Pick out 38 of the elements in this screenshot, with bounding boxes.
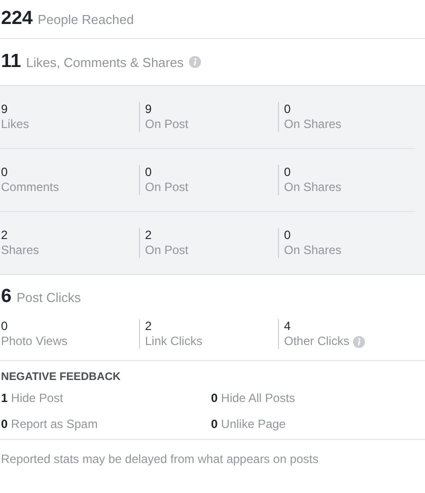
stat-value: 2 xyxy=(1,228,9,243)
stat-label: Shares xyxy=(1,243,40,258)
stat-value: 0 xyxy=(284,102,292,117)
info-icon[interactable] xyxy=(353,336,366,348)
stat-value: 0 xyxy=(284,165,292,180)
stat-label: On Post xyxy=(145,180,188,195)
stat-label: On Post xyxy=(145,243,188,258)
stat-value: 9 xyxy=(145,102,153,117)
engagement-label: Likes, Comments & Shares xyxy=(26,54,184,70)
stat-label: On Post xyxy=(145,117,188,132)
stat-label: On Shares xyxy=(284,117,342,132)
stat-value: 0 xyxy=(1,319,9,334)
stat-label: Likes xyxy=(1,117,30,132)
feedback-stat: 0 Report as Spam xyxy=(1,417,99,431)
feedback-stat: 1 Hide Post xyxy=(1,391,64,405)
stat-value: 2 xyxy=(145,319,153,334)
stat-label: Photo Views xyxy=(1,334,68,349)
feedback-stat: 0 Hide All Posts xyxy=(211,391,296,405)
reach-count: 224 xyxy=(1,8,33,30)
stat-label: Link Clicks xyxy=(145,334,202,349)
stat-label: On Shares xyxy=(284,180,342,195)
stat-value: 0 xyxy=(145,165,153,180)
engagement-count: 11 xyxy=(1,51,22,73)
stat-value: 9 xyxy=(1,102,9,117)
footer-note: Reported stats may be delayed from what appears on posts xyxy=(0,451,320,468)
stat-label: Other Clicks xyxy=(284,334,350,349)
feedback-stat: 0 Unlike Page xyxy=(211,417,287,431)
clicks-label: Post Clicks xyxy=(16,290,81,304)
section-heading: NEGATIVE FEEDBACK xyxy=(1,371,122,383)
stat-value: 0 xyxy=(1,165,9,180)
stat-label: Comments xyxy=(1,180,60,195)
stat-value: 0 xyxy=(284,228,292,243)
stat-label: On Shares xyxy=(284,243,342,258)
stat-value: 4 xyxy=(284,319,292,334)
stat-value: 2 xyxy=(145,228,153,243)
clicks-count: 6 xyxy=(1,286,12,308)
info-icon[interactable] xyxy=(188,56,201,68)
reach-label: People Reached xyxy=(38,12,134,26)
